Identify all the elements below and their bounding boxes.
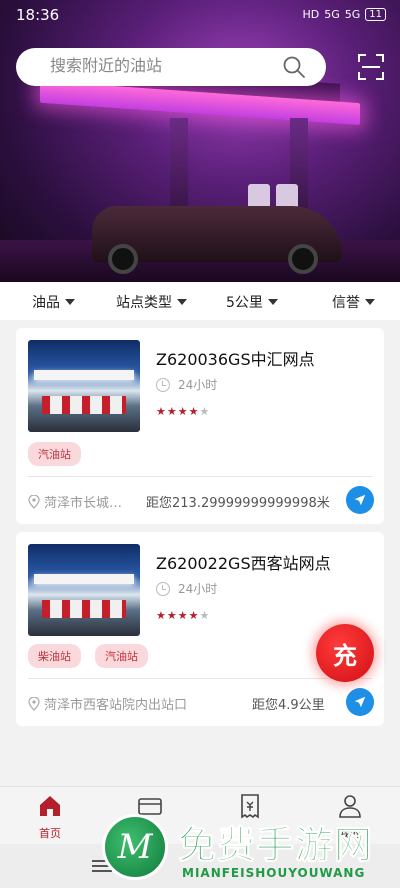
indicator-5g: 5G	[324, 8, 340, 21]
filter-label: 5公里	[226, 295, 263, 311]
station-name: Z620022GS西客站网点	[156, 554, 331, 573]
star-filled-icon: ★	[188, 609, 200, 622]
filter-distance[interactable]: 5公里	[226, 292, 278, 312]
photo-canopy	[34, 574, 134, 584]
star-filled-icon: ★	[166, 609, 178, 622]
star-empty-icon: ★	[199, 609, 211, 622]
hours-text: 24小时	[178, 378, 218, 392]
indicator-hd: HD	[302, 8, 320, 21]
filter-label: 站点类型	[116, 295, 172, 311]
station-tags: 柴油站 汽油站	[28, 644, 148, 668]
status-time: 18:36	[16, 6, 60, 24]
status-indicators: HD 5G 5G 11	[302, 8, 386, 21]
photo-pumps	[42, 600, 126, 618]
scan-icon[interactable]	[358, 54, 384, 80]
star-filled-icon: ★	[177, 405, 189, 418]
tab-label: 首页	[39, 827, 61, 840]
indicator-5g: 5G	[344, 8, 361, 21]
station-address: 菏泽市长城…	[28, 492, 146, 511]
car-wheel	[288, 244, 318, 274]
photo-pumps	[42, 396, 126, 414]
watermark-logo: M	[102, 814, 168, 880]
navigate-button[interactable]	[346, 688, 374, 716]
address-text: 菏泽市西客站院内出站口	[44, 698, 188, 713]
watermark: M 免费手游网 MIANFEISHOUYOUWANG	[102, 808, 400, 888]
navigate-arrow-icon	[354, 696, 366, 708]
charge-fab-button[interactable]: 充	[316, 624, 374, 682]
station-distance: 距您4.9公里	[252, 698, 325, 713]
caret-down-icon	[65, 299, 75, 305]
filter-reputation[interactable]: 信誉	[332, 292, 375, 312]
status-bar: 18:36 HD 5G 5G 11	[0, 0, 400, 30]
star-empty-icon: ★	[199, 405, 211, 418]
rating-stars: ★★★★★	[156, 405, 210, 418]
search-bar[interactable]	[16, 48, 326, 86]
tag-gasoline: 汽油站	[95, 644, 148, 668]
hero-banner	[0, 0, 400, 282]
caret-down-icon	[267, 299, 278, 305]
station-photo	[28, 544, 140, 636]
divider	[28, 678, 372, 679]
station-address: 菏泽市西客站院内出站口	[28, 694, 228, 713]
filter-label: 信誉	[332, 295, 360, 311]
hours-text: 24小时	[178, 582, 218, 596]
clock-icon	[156, 377, 170, 392]
station-name: Z620036GS中汇网点	[156, 350, 315, 369]
station-tags: 汽油站	[28, 442, 81, 466]
filter-label: 油品	[32, 295, 60, 311]
home-icon	[40, 796, 60, 816]
search-input[interactable]	[50, 56, 280, 75]
battery-icon: 11	[365, 8, 386, 21]
station-photo	[28, 340, 140, 432]
station-card[interactable]: Z620036GS中汇网点 24小时 ★★★★★ 汽油站 菏泽市长城… 距您21…	[16, 328, 384, 524]
location-pin-icon	[28, 696, 40, 711]
address-text: 菏泽市长城…	[44, 496, 123, 511]
car-wheel	[108, 244, 138, 274]
navigate-arrow-icon	[354, 494, 366, 506]
station-distance: 距您213.29999999999998米	[146, 496, 330, 511]
star-filled-icon: ★	[177, 609, 189, 622]
watermark-title: 免费手游网	[177, 823, 374, 868]
star-filled-icon: ★	[166, 405, 178, 418]
tab-home[interactable]: 首页	[20, 793, 80, 841]
caret-down-icon	[177, 299, 187, 305]
star-filled-icon: ★	[156, 609, 167, 622]
caret-down-icon	[365, 299, 375, 305]
tag-diesel: 柴油站	[28, 644, 81, 668]
clock-icon	[156, 581, 170, 596]
navigate-button[interactable]	[346, 486, 374, 514]
star-filled-icon: ★	[188, 405, 200, 418]
filter-bar: 油品 站点类型 5公里 信誉	[0, 282, 400, 320]
watermark-subtitle: MIANFEISHOUYOUWANG	[182, 866, 366, 880]
station-hours: 24小时	[156, 376, 217, 393]
rating-stars: ★★★★★	[156, 609, 210, 622]
tag-gasoline: 汽油站	[28, 442, 81, 466]
photo-canopy	[34, 370, 134, 380]
search-icon[interactable]	[282, 55, 306, 79]
location-pin-icon	[28, 494, 40, 509]
filter-fuel-type[interactable]: 油品	[32, 292, 75, 312]
divider	[28, 476, 372, 477]
filter-station-type[interactable]: 站点类型	[116, 292, 187, 312]
star-filled-icon: ★	[156, 405, 167, 418]
station-hours: 24小时	[156, 580, 217, 597]
